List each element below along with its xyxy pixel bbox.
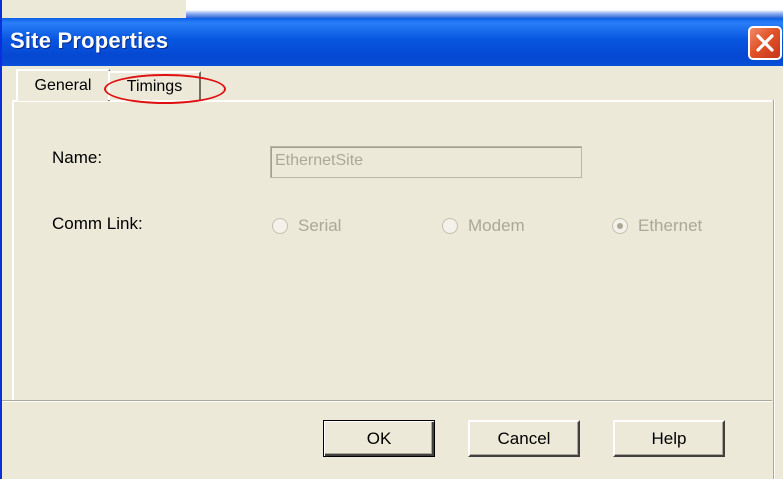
name-input[interactable]: EthernetSite: [270, 146, 582, 178]
close-button[interactable]: [748, 26, 782, 60]
tab-general-label: General: [34, 77, 92, 94]
name-label: Name:: [52, 148, 103, 167]
close-icon: [756, 34, 774, 52]
radio-serial-circle: [272, 218, 288, 234]
radio-modem-circle: [442, 218, 458, 234]
radio-ethernet-label: Ethernet: [638, 216, 703, 235]
radio-ethernet[interactable]: Ethernet: [612, 216, 702, 236]
radio-ethernet-circle: [612, 218, 628, 234]
radio-modem[interactable]: Modem: [442, 216, 525, 236]
tab-page: [12, 100, 772, 400]
site-properties-dialog: Site Properties General Timings Name: Et…: [0, 0, 783, 479]
tab-page-right-edge: [773, 100, 775, 479]
cancel-button-label: Cancel: [497, 428, 551, 448]
title-bar[interactable]: Site Properties: [2, 18, 783, 66]
timings-highlight-annotation: [104, 74, 226, 104]
help-button[interactable]: Help: [613, 420, 725, 457]
ok-button-label: OK: [366, 428, 392, 448]
radio-serial-label: Serial: [298, 216, 342, 235]
tab-general[interactable]: General: [16, 69, 110, 101]
comm-link-label: Comm Link:: [52, 214, 143, 233]
radio-modem-label: Modem: [468, 216, 525, 235]
radio-serial[interactable]: Serial: [272, 216, 341, 236]
button-separator: [2, 400, 772, 402]
ok-button[interactable]: OK: [323, 420, 435, 457]
help-button-label: Help: [651, 428, 687, 448]
background-window-edge: [186, 0, 783, 18]
cancel-button[interactable]: Cancel: [468, 420, 580, 457]
dialog-title: Site Properties: [10, 28, 169, 53]
